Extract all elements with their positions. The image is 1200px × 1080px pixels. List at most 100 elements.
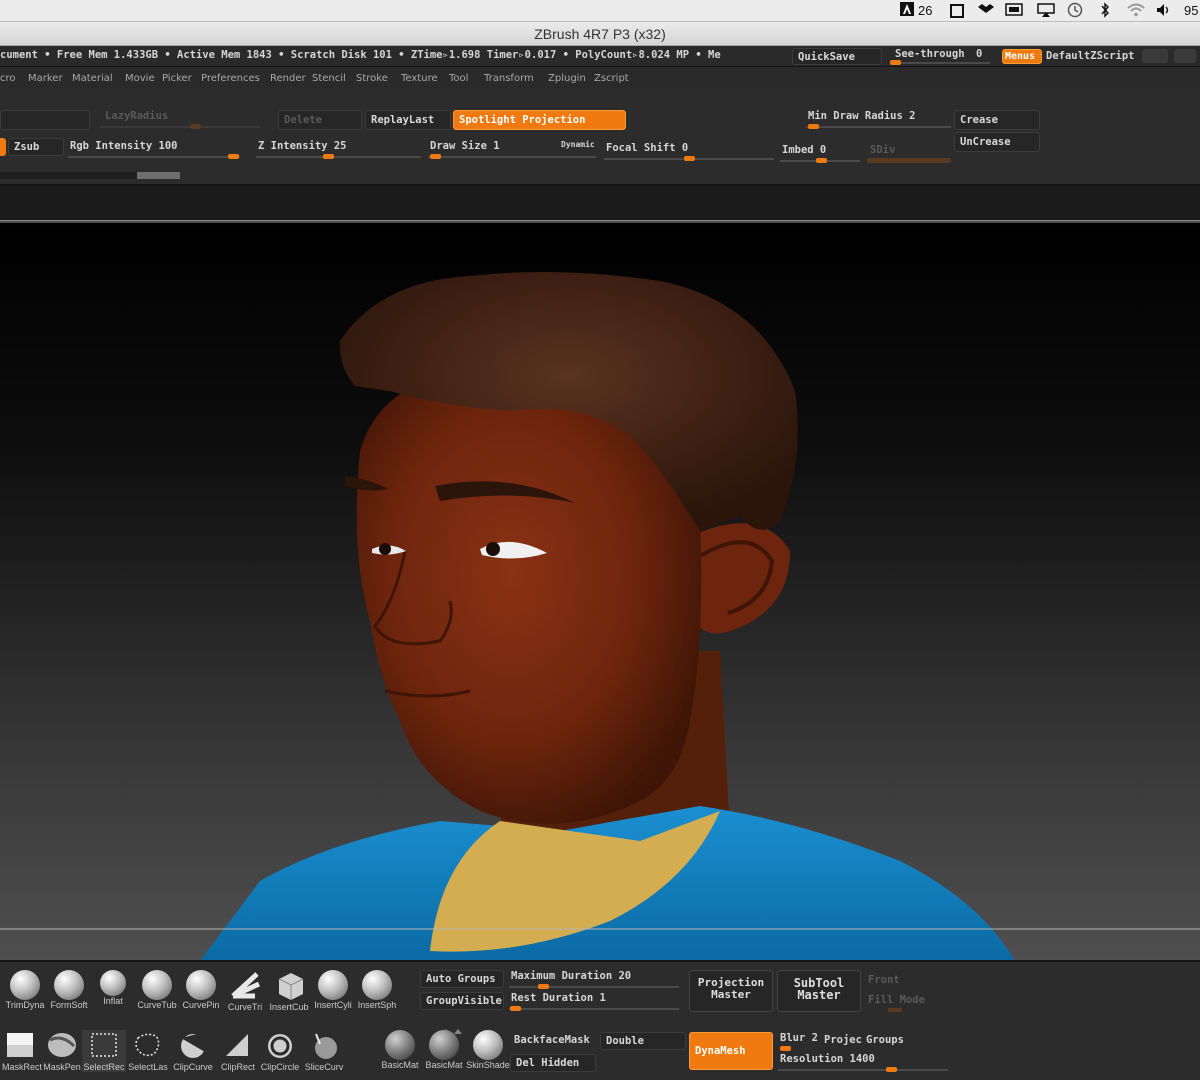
grip-handle-2[interactable] xyxy=(1174,49,1196,63)
tool-maskpen[interactable]: MaskPen xyxy=(40,1030,82,1072)
lazy-radius-slider[interactable] xyxy=(100,126,260,128)
default-zscript-label[interactable]: DefaultZScript xyxy=(1046,50,1135,62)
menu-item[interactable]: Tool xyxy=(449,73,468,84)
zsub-button[interactable]: Zsub xyxy=(8,138,64,156)
dynamic-toggle[interactable]: Dynamic xyxy=(561,140,595,149)
groups-toggle[interactable]: Groups xyxy=(866,1034,904,1046)
rgb-intensity-slider[interactable] xyxy=(68,156,240,158)
menu-item[interactable]: Texture xyxy=(401,73,438,84)
menus-button[interactable]: Menus xyxy=(1002,49,1042,64)
form-soft-brush-icon xyxy=(54,970,84,1000)
bluetooth-icon[interactable] xyxy=(1100,2,1110,20)
material-basic-1[interactable]: BasicMat xyxy=(378,1030,422,1070)
uncrease-button[interactable]: UnCrease xyxy=(954,132,1040,152)
sdiv-slider[interactable] xyxy=(867,158,951,163)
delete-button[interactable]: Delete xyxy=(278,110,362,130)
canvas-viewport[interactable] xyxy=(0,220,1200,960)
max-duration-knob[interactable] xyxy=(538,984,549,989)
projection-master-button[interactable]: Projection Master xyxy=(689,970,773,1012)
grip-handle[interactable] xyxy=(1142,49,1168,63)
dropbox-icon[interactable] xyxy=(978,3,994,21)
brush-curvepinch[interactable]: CurvePin xyxy=(179,970,223,1010)
tool-slicecurve[interactable]: SliceCurv xyxy=(302,1030,346,1072)
blank-button[interactable] xyxy=(0,110,90,130)
double-button[interactable]: Double xyxy=(600,1032,686,1050)
display-icon[interactable] xyxy=(1005,3,1023,21)
front-label[interactable]: Front xyxy=(868,974,900,986)
max-duration-slider[interactable] xyxy=(509,986,679,988)
z-intensity-knob[interactable] xyxy=(323,154,334,159)
spotlight-projection-button[interactable]: Spotlight Projection xyxy=(453,110,626,130)
material-label: BasicMat xyxy=(425,1060,463,1070)
window-icon[interactable] xyxy=(950,4,964,22)
volume-icon[interactable] xyxy=(1156,3,1172,21)
see-through-knob[interactable] xyxy=(890,60,901,65)
tool-clipcircle[interactable]: ClipCircle xyxy=(258,1030,302,1072)
tool-label: SelectLas xyxy=(128,1062,168,1072)
tool-selectrect[interactable]: SelectRec xyxy=(82,1030,126,1072)
brush-inflate[interactable]: Inflat xyxy=(91,970,135,1006)
lazy-radius-knob[interactable] xyxy=(190,124,201,129)
menu-item[interactable]: Zplugin xyxy=(548,73,586,84)
shelf-expand-arrows[interactable] xyxy=(440,1019,466,1034)
menu-item[interactable]: Preferences xyxy=(201,73,260,84)
tool-cliprect[interactable]: ClipRect xyxy=(216,1030,258,1072)
brush-formsoft[interactable]: FormSoft xyxy=(47,970,91,1010)
shelf-scroll-thumb[interactable] xyxy=(137,172,180,179)
focal-shift-knob[interactable] xyxy=(684,156,695,161)
subtool-master-button[interactable]: SubTool Master xyxy=(777,970,861,1012)
wifi-icon[interactable] xyxy=(1126,2,1146,20)
menu-item[interactable]: Transform xyxy=(484,73,534,84)
menu-item[interactable]: Material xyxy=(72,73,113,84)
brush-curvetriangle[interactable]: CurveTri xyxy=(223,970,267,1012)
menu-item[interactable]: Movie xyxy=(125,73,155,84)
fill-mode-knob[interactable] xyxy=(888,1008,902,1012)
group-visible-button[interactable]: GroupVisible xyxy=(420,992,504,1010)
backface-mask-toggle[interactable]: BackfaceMask xyxy=(514,1034,590,1046)
imbed-label: Imbed 0 xyxy=(782,144,827,156)
brush-insertsphere[interactable]: InsertSph xyxy=(355,970,399,1010)
rgb-intensity-knob[interactable] xyxy=(228,154,239,159)
project-toggle[interactable]: Projec xyxy=(824,1034,862,1046)
tool-selectlasso[interactable]: SelectLas xyxy=(126,1030,170,1072)
menu-item[interactable]: cro xyxy=(0,73,16,84)
brush-trimdynamic[interactable]: TrimDyna xyxy=(3,970,47,1010)
crease-button[interactable]: Crease xyxy=(954,110,1040,130)
draw-size-knob[interactable] xyxy=(430,154,441,159)
menu-item[interactable]: Picker xyxy=(162,73,192,84)
airplay-icon[interactable] xyxy=(1037,3,1055,21)
rest-duration-knob[interactable] xyxy=(510,1006,521,1011)
min-draw-radius-knob[interactable] xyxy=(808,124,819,129)
draw-size-slider[interactable] xyxy=(428,156,596,158)
material-basic-2[interactable]: BasicMat xyxy=(422,1030,466,1070)
zadd-toggle[interactable] xyxy=(0,138,6,156)
menu-item[interactable]: Marker xyxy=(28,73,63,84)
brush-insertcube[interactable]: InsertCub xyxy=(267,970,311,1012)
z-intensity-slider[interactable] xyxy=(256,156,421,158)
menu-item[interactable]: Zscript xyxy=(594,73,629,84)
quicksave-button[interactable]: QuickSave xyxy=(792,48,882,65)
menu-item[interactable]: Render xyxy=(270,73,306,84)
menu-item[interactable]: Stroke xyxy=(356,73,388,84)
menu-item[interactable]: Stencil xyxy=(312,73,346,84)
tool-clipcurve[interactable]: ClipCurve xyxy=(170,1030,216,1072)
time-machine-icon[interactable] xyxy=(1067,2,1083,20)
fill-mode-label[interactable]: Fill Mode xyxy=(868,994,925,1006)
rest-duration-slider[interactable] xyxy=(509,1008,679,1010)
brush-insertcylinder[interactable]: InsertCyli xyxy=(311,970,355,1010)
del-hidden-button[interactable]: Del Hidden xyxy=(510,1054,596,1072)
imbed-knob[interactable] xyxy=(816,158,827,163)
dynamesh-button[interactable]: DynaMesh xyxy=(689,1032,773,1070)
min-draw-radius-slider[interactable] xyxy=(806,126,951,128)
palette-menu-row: cro Marker Material Movie Picker Prefere… xyxy=(0,67,1200,92)
replay-last-button[interactable]: ReplayLast xyxy=(365,110,451,130)
brush-curvetube[interactable]: CurveTub xyxy=(135,970,179,1010)
resolution-knob[interactable] xyxy=(886,1067,897,1072)
material-skinshade[interactable]: SkinShade xyxy=(466,1030,510,1070)
resolution-slider[interactable] xyxy=(778,1069,948,1071)
see-through-slider[interactable] xyxy=(890,62,990,64)
tool-maskrect[interactable]: MaskRect xyxy=(0,1030,42,1072)
adobe-icon[interactable] xyxy=(900,2,914,20)
auto-groups-button[interactable]: Auto Groups xyxy=(420,970,504,988)
blur-knob[interactable] xyxy=(780,1046,791,1051)
